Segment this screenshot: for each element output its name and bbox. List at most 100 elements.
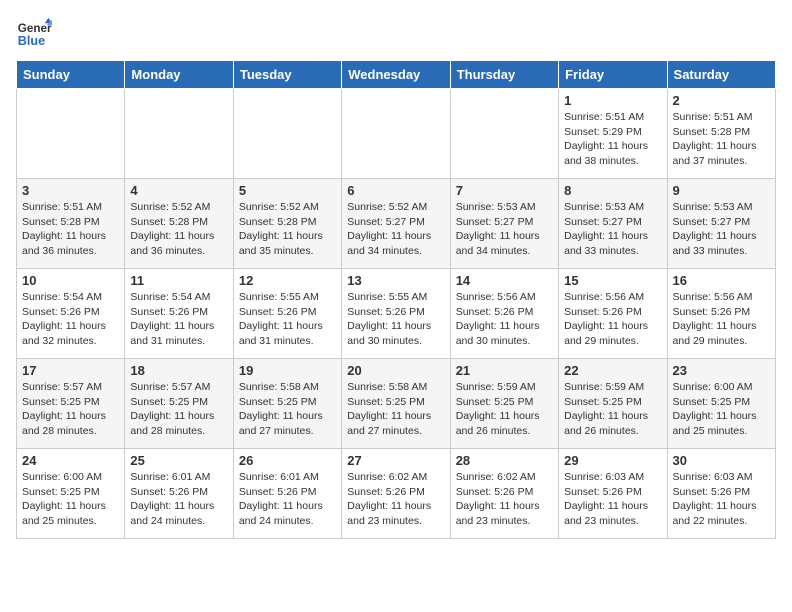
day-number: 1 <box>564 93 661 108</box>
calendar-cell: 2 Sunrise: 5:51 AM Sunset: 5:28 PM Daylig… <box>667 89 775 179</box>
day-number: 13 <box>347 273 444 288</box>
day-number: 30 <box>673 453 770 468</box>
day-content: Sunrise: 5:57 AM Sunset: 5:25 PM Dayligh… <box>22 380 119 439</box>
day-number: 23 <box>673 363 770 378</box>
calendar-cell: 1 Sunrise: 5:51 AM Sunset: 5:29 PM Daylig… <box>559 89 667 179</box>
day-content: Sunrise: 6:03 AM Sunset: 5:26 PM Dayligh… <box>564 470 661 529</box>
day-number: 7 <box>456 183 553 198</box>
day-content: Sunrise: 5:54 AM Sunset: 5:26 PM Dayligh… <box>130 290 227 349</box>
day-number: 10 <box>22 273 119 288</box>
calendar-cell: 20Sunrise: 5:58 AM Sunset: 5:25 PM Dayli… <box>342 359 450 449</box>
day-content: Sunrise: 5:55 AM Sunset: 5:26 PM Dayligh… <box>239 290 336 349</box>
day-content: Sunrise: 5:54 AM Sunset: 5:26 PM Dayligh… <box>22 290 119 349</box>
calendar-cell: 26Sunrise: 6:01 AM Sunset: 5:26 PM Dayli… <box>233 449 341 539</box>
day-header-thursday: Thursday <box>450 61 558 89</box>
calendar-cell: 13 Sunrise: 5:55 AM Sunset: 5:26 PM Dayli… <box>342 269 450 359</box>
logo: General Blue <box>16 16 52 52</box>
calendar-week-row: 17Sunrise: 5:57 AM Sunset: 5:25 PM Dayli… <box>17 359 776 449</box>
calendar-cell: 21 Sunrise: 5:59 AM Sunset: 5:25 PM Dayli… <box>450 359 558 449</box>
day-header-tuesday: Tuesday <box>233 61 341 89</box>
logo-icon: General Blue <box>16 16 52 52</box>
day-content: Sunrise: 5:56 AM Sunset: 5:26 PM Dayligh… <box>564 290 661 349</box>
day-content: Sunrise: 5:53 AM Sunset: 5:27 PM Dayligh… <box>673 200 770 259</box>
day-number: 2 <box>673 93 770 108</box>
day-content: Sunrise: 5:58 AM Sunset: 5:25 PM Dayligh… <box>239 380 336 439</box>
calendar-cell: 30 Sunrise: 6:03 AM Sunset: 5:26 PM Dayli… <box>667 449 775 539</box>
day-header-wednesday: Wednesday <box>342 61 450 89</box>
calendar-cell: 28 Sunrise: 6:02 AM Sunset: 5:26 PM Dayli… <box>450 449 558 539</box>
day-number: 25 <box>130 453 227 468</box>
day-content: Sunrise: 6:00 AM Sunset: 5:25 PM Dayligh… <box>22 470 119 529</box>
day-number: 11 <box>130 273 227 288</box>
page-header: General Blue <box>16 16 776 52</box>
day-content: Sunrise: 5:52 AM Sunset: 5:28 PM Dayligh… <box>130 200 227 259</box>
day-header-saturday: Saturday <box>667 61 775 89</box>
day-content: Sunrise: 5:56 AM Sunset: 5:26 PM Dayligh… <box>456 290 553 349</box>
calendar-cell: 8Sunrise: 5:53 AM Sunset: 5:27 PM Daylig… <box>559 179 667 269</box>
calendar-cell <box>342 89 450 179</box>
calendar-cell: 11 Sunrise: 5:54 AM Sunset: 5:26 PM Dayli… <box>125 269 233 359</box>
day-content: Sunrise: 5:57 AM Sunset: 5:25 PM Dayligh… <box>130 380 227 439</box>
day-number: 22 <box>564 363 661 378</box>
calendar-cell: 24 Sunrise: 6:00 AM Sunset: 5:25 PM Dayli… <box>17 449 125 539</box>
calendar-cell: 14 Sunrise: 5:56 AM Sunset: 5:26 PM Dayli… <box>450 269 558 359</box>
day-content: Sunrise: 5:55 AM Sunset: 5:26 PM Dayligh… <box>347 290 444 349</box>
calendar-cell: 12 Sunrise: 5:55 AM Sunset: 5:26 PM Dayli… <box>233 269 341 359</box>
calendar-cell: 15Sunrise: 5:56 AM Sunset: 5:26 PM Dayli… <box>559 269 667 359</box>
day-content: Sunrise: 6:02 AM Sunset: 5:26 PM Dayligh… <box>347 470 444 529</box>
day-content: Sunrise: 6:01 AM Sunset: 5:26 PM Dayligh… <box>130 470 227 529</box>
svg-text:Blue: Blue <box>18 34 45 48</box>
calendar-cell: 4 Sunrise: 5:52 AM Sunset: 5:28 PM Daylig… <box>125 179 233 269</box>
calendar-cell: 3Sunrise: 5:51 AM Sunset: 5:28 PM Daylig… <box>17 179 125 269</box>
calendar-cell <box>125 89 233 179</box>
day-number: 8 <box>564 183 661 198</box>
calendar-cell: 5 Sunrise: 5:52 AM Sunset: 5:28 PM Daylig… <box>233 179 341 269</box>
day-content: Sunrise: 6:00 AM Sunset: 5:25 PM Dayligh… <box>673 380 770 439</box>
day-header-sunday: Sunday <box>17 61 125 89</box>
calendar-week-row: 24 Sunrise: 6:00 AM Sunset: 5:25 PM Dayli… <box>17 449 776 539</box>
day-content: Sunrise: 5:51 AM Sunset: 5:29 PM Dayligh… <box>564 110 661 169</box>
day-content: Sunrise: 5:52 AM Sunset: 5:27 PM Dayligh… <box>347 200 444 259</box>
day-number: 18 <box>130 363 227 378</box>
day-content: Sunrise: 5:52 AM Sunset: 5:28 PM Dayligh… <box>239 200 336 259</box>
day-number: 14 <box>456 273 553 288</box>
calendar-cell: 27 Sunrise: 6:02 AM Sunset: 5:26 PM Dayli… <box>342 449 450 539</box>
calendar-cell <box>450 89 558 179</box>
day-content: Sunrise: 5:53 AM Sunset: 5:27 PM Dayligh… <box>456 200 553 259</box>
day-content: Sunrise: 5:51 AM Sunset: 5:28 PM Dayligh… <box>673 110 770 169</box>
day-content: Sunrise: 5:59 AM Sunset: 5:25 PM Dayligh… <box>564 380 661 439</box>
day-content: Sunrise: 6:02 AM Sunset: 5:26 PM Dayligh… <box>456 470 553 529</box>
day-header-friday: Friday <box>559 61 667 89</box>
calendar-cell: 7 Sunrise: 5:53 AM Sunset: 5:27 PM Daylig… <box>450 179 558 269</box>
calendar-cell: 19 Sunrise: 5:58 AM Sunset: 5:25 PM Dayli… <box>233 359 341 449</box>
calendar-cell: 22 Sunrise: 5:59 AM Sunset: 5:25 PM Dayli… <box>559 359 667 449</box>
calendar-cell: 18 Sunrise: 5:57 AM Sunset: 5:25 PM Dayli… <box>125 359 233 449</box>
day-number: 4 <box>130 183 227 198</box>
day-number: 26 <box>239 453 336 468</box>
calendar-header-row: SundayMondayTuesdayWednesdayThursdayFrid… <box>17 61 776 89</box>
day-number: 27 <box>347 453 444 468</box>
day-content: Sunrise: 5:59 AM Sunset: 5:25 PM Dayligh… <box>456 380 553 439</box>
calendar-table: SundayMondayTuesdayWednesdayThursdayFrid… <box>16 60 776 539</box>
day-number: 19 <box>239 363 336 378</box>
day-number: 12 <box>239 273 336 288</box>
day-number: 9 <box>673 183 770 198</box>
calendar-cell <box>233 89 341 179</box>
calendar-cell: 23 Sunrise: 6:00 AM Sunset: 5:25 PM Dayli… <box>667 359 775 449</box>
day-header-monday: Monday <box>125 61 233 89</box>
day-number: 21 <box>456 363 553 378</box>
calendar-week-row: 1 Sunrise: 5:51 AM Sunset: 5:29 PM Daylig… <box>17 89 776 179</box>
day-number: 24 <box>22 453 119 468</box>
calendar-cell: 25 Sunrise: 6:01 AM Sunset: 5:26 PM Dayli… <box>125 449 233 539</box>
day-number: 16 <box>673 273 770 288</box>
day-content: Sunrise: 6:03 AM Sunset: 5:26 PM Dayligh… <box>673 470 770 529</box>
calendar-cell <box>17 89 125 179</box>
day-content: Sunrise: 5:58 AM Sunset: 5:25 PM Dayligh… <box>347 380 444 439</box>
calendar-cell: 10 Sunrise: 5:54 AM Sunset: 5:26 PM Dayli… <box>17 269 125 359</box>
calendar-cell: 29Sunrise: 6:03 AM Sunset: 5:26 PM Dayli… <box>559 449 667 539</box>
day-number: 5 <box>239 183 336 198</box>
calendar-cell: 9 Sunrise: 5:53 AM Sunset: 5:27 PM Daylig… <box>667 179 775 269</box>
calendar-cell: 16Sunrise: 5:56 AM Sunset: 5:26 PM Dayli… <box>667 269 775 359</box>
day-content: Sunrise: 5:51 AM Sunset: 5:28 PM Dayligh… <box>22 200 119 259</box>
day-number: 28 <box>456 453 553 468</box>
